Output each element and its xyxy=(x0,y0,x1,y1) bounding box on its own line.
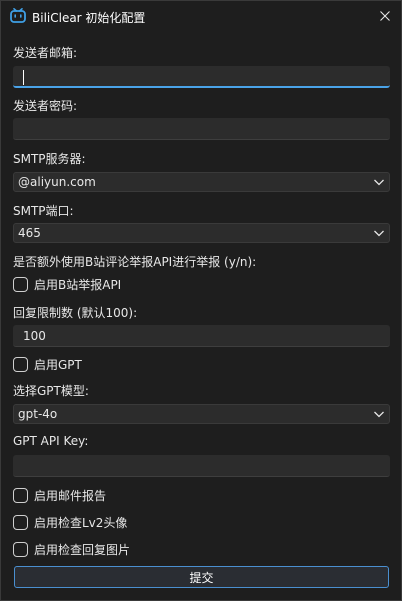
smtp-server-select[interactable]: @aliyun.com xyxy=(13,172,390,192)
gpt-model-select[interactable]: gpt-4o xyxy=(13,404,390,424)
config-window: BiliClear 初始化配置 发送者邮箱: 发送者密码: SMTP服务器: @… xyxy=(0,0,402,601)
enable-bili-report-label: 启用B站举报API xyxy=(34,277,122,292)
bilibili-tv-icon xyxy=(10,8,26,23)
gpt-api-key-label: GPT API Key: xyxy=(13,434,89,448)
gpt-model-value: gpt-4o xyxy=(18,407,58,421)
checkbox-box[interactable] xyxy=(13,276,28,292)
checkbox-box[interactable] xyxy=(13,541,28,557)
submit-button[interactable]: 提交 xyxy=(14,566,389,588)
enable-gpt-checkbox[interactable]: 启用GPT xyxy=(13,356,82,372)
enable-lv2-avatar-label: 启用检查Lv2头像 xyxy=(34,515,128,530)
sender-email-field[interactable] xyxy=(13,66,390,88)
sender-password-label: 发送者密码: xyxy=(13,99,78,113)
enable-gpt-label: 启用GPT xyxy=(34,357,82,372)
sender-email-label: 发送者邮箱: xyxy=(13,46,78,60)
chevron-down-icon xyxy=(374,230,384,237)
checkbox-box[interactable] xyxy=(13,356,28,372)
enable-email-report-label: 启用邮件报告 xyxy=(34,488,107,503)
close-button[interactable] xyxy=(369,1,401,31)
reply-limit-label: 回复限制数 (默认100): xyxy=(13,306,138,320)
smtp-port-value: 465 xyxy=(18,226,41,240)
sender-password-field[interactable] xyxy=(13,118,390,140)
reply-limit-field[interactable]: 100 xyxy=(13,325,390,347)
reply-limit-value: 100 xyxy=(23,329,46,343)
chevron-down-icon xyxy=(374,411,384,418)
title-bar: BiliClear 初始化配置 xyxy=(1,1,401,31)
smtp-port-select[interactable]: 465 xyxy=(13,223,390,243)
checkbox-box[interactable] xyxy=(13,514,28,530)
enable-reply-image-label: 启用检查回复图片 xyxy=(34,542,131,557)
enable-email-report-checkbox[interactable]: 启用邮件报告 xyxy=(13,487,106,503)
report-api-question: 是否额外使用B站评论举报API进行举报 (y/n): xyxy=(13,255,257,269)
smtp-port-label: SMTP端口: xyxy=(13,204,74,218)
enable-lv2-avatar-checkbox[interactable]: 启用检查Lv2头像 xyxy=(13,514,127,530)
gpt-api-key-field[interactable] xyxy=(13,455,390,477)
smtp-server-label: SMTP服务器: xyxy=(13,152,86,166)
close-icon xyxy=(380,11,390,21)
enable-bili-report-checkbox[interactable]: 启用B站举报API xyxy=(13,276,121,292)
gpt-model-label: 选择GPT模型: xyxy=(13,384,89,398)
enable-reply-image-checkbox[interactable]: 启用检查回复图片 xyxy=(13,541,130,557)
smtp-server-value: @aliyun.com xyxy=(18,175,96,189)
checkbox-box[interactable] xyxy=(13,487,28,503)
text-caret xyxy=(23,70,24,85)
chevron-down-icon xyxy=(374,179,384,186)
window-title: BiliClear 初始化配置 xyxy=(32,11,146,25)
